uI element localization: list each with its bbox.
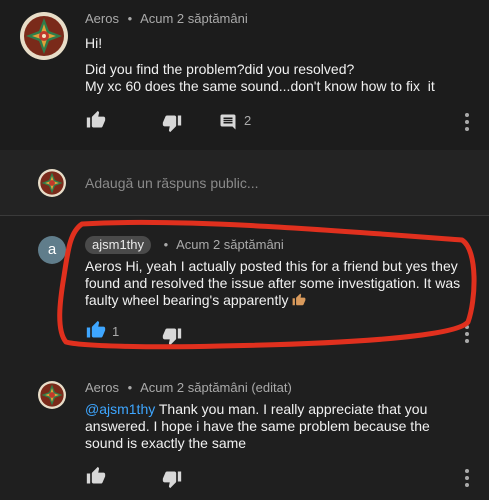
comment-icon[interactable]: [219, 113, 237, 131]
comment-text-line: Did you find the problem?did you resolve…: [85, 61, 355, 77]
comment-text-greeting: Hi!: [85, 35, 103, 51]
like-icon[interactable]: [86, 110, 106, 130]
reply-text-line: @ajsm1thy Thank you man. I really apprec…: [85, 401, 427, 418]
dislike-icon[interactable]: [162, 113, 182, 133]
reply-text-line: sound is exactly the same: [85, 435, 247, 451]
dislike-icon[interactable]: [162, 326, 182, 346]
author-name[interactable]: ajsm1thy: [85, 236, 152, 254]
more-vert-icon[interactable]: [465, 325, 469, 346]
reply-text-line-3: faulty wheel bearing's apparently: [85, 292, 306, 309]
reply-text: faulty wheel bearing's apparently: [85, 292, 289, 308]
like-icon[interactable]: [86, 320, 106, 340]
more-vert-icon[interactable]: [465, 113, 469, 134]
like-count: 1: [112, 324, 120, 339]
reply-meta: Aeros • Acum 2 săptămâni (editat): [85, 380, 292, 395]
author-name[interactable]: Aeros: [85, 380, 119, 395]
avatar[interactable]: [38, 381, 66, 409]
reply-input[interactable]: Adaugă un răspuns public...: [85, 175, 259, 191]
more-vert-icon[interactable]: [465, 469, 469, 490]
timestamp[interactable]: Acum 2 săptămâni: [140, 11, 248, 26]
timestamp[interactable]: Acum 2 săptămâni: [176, 237, 284, 252]
user-avatar[interactable]: [38, 169, 66, 197]
reply-text-line: Aeros Hi, yeah I actually posted this fo…: [85, 258, 458, 274]
thumbs-up-emoji: [293, 293, 306, 306]
comment-text-line: My xc 60 does the same sound...don't kno…: [85, 78, 435, 94]
like-icon[interactable]: [86, 466, 106, 486]
reply-text: Thank you man. I really appreciate that …: [155, 401, 428, 417]
avatar[interactable]: a: [38, 236, 66, 264]
reply-meta: ajsm1thy • Acum 2 săptămâni: [85, 236, 284, 254]
avatar[interactable]: [20, 12, 68, 60]
mention-link[interactable]: @ajsm1thy: [85, 401, 155, 417]
dislike-icon[interactable]: [162, 469, 182, 489]
timestamp[interactable]: Acum 2 săptămâni (editat): [140, 380, 292, 395]
author-name[interactable]: Aeros: [85, 11, 119, 26]
reply-text-line: answered. I hope i have the same problem…: [85, 418, 430, 434]
reply-count[interactable]: 2: [244, 113, 251, 128]
reply-text-line: found and resolved the issue after some …: [85, 275, 461, 291]
comment-meta: Aeros • Acum 2 săptămâni: [85, 11, 248, 26]
